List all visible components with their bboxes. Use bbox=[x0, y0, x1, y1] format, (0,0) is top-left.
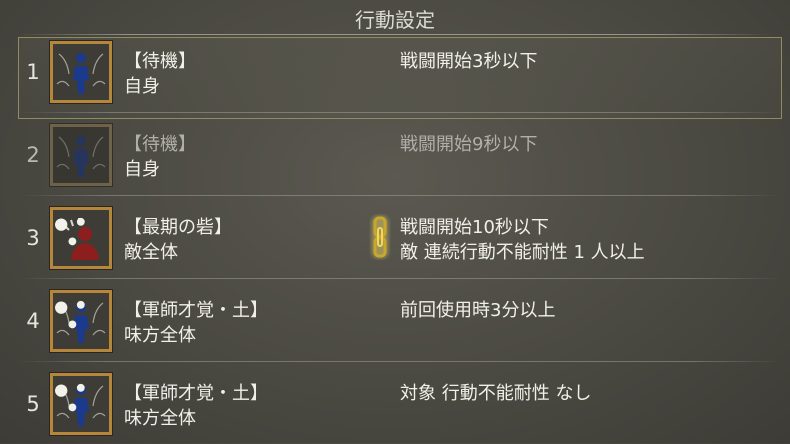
sparkle-icon bbox=[55, 383, 85, 412]
row-number: 5 bbox=[26, 392, 40, 416]
condition-text: 戦闘開始9秒以下 bbox=[400, 134, 538, 155]
row-number: 4 bbox=[26, 309, 40, 333]
skill-icon-frame[interactable] bbox=[50, 41, 112, 103]
sparkle-icon bbox=[55, 300, 85, 329]
skill-target: 自身 bbox=[124, 159, 160, 180]
skill-icon-frame[interactable] bbox=[50, 207, 112, 269]
skill-target: 敵全体 bbox=[124, 242, 178, 263]
standing-figure-icon bbox=[53, 127, 109, 183]
condition-text: 戦闘開始3秒以下 bbox=[400, 51, 538, 72]
skill-target: 味方全体 bbox=[124, 325, 196, 346]
condition-text: 対象 行動不能耐性 なし bbox=[400, 383, 592, 404]
standing-figure-icon bbox=[53, 44, 109, 100]
skill-target: 味方全体 bbox=[124, 408, 196, 429]
skill-name: 【待機】 bbox=[124, 134, 196, 155]
skill-name: 【軍師才覚・土】 bbox=[124, 300, 268, 321]
skill-name: 【待機】 bbox=[124, 51, 196, 72]
condition-text: 敵 連続行動不能耐性 1 人以上 bbox=[400, 242, 645, 263]
sparkle-icon bbox=[55, 217, 85, 246]
skill-name: 【最期の砦】 bbox=[124, 217, 232, 238]
condition-text: 戦闘開始10秒以下 bbox=[400, 217, 549, 238]
row-number: 1 bbox=[26, 60, 40, 84]
chain-link-icon[interactable] bbox=[369, 214, 391, 260]
row-number: 2 bbox=[26, 143, 40, 167]
condition-text: 前回使用時3分以上 bbox=[400, 300, 556, 321]
skill-icon-frame[interactable] bbox=[50, 290, 112, 352]
skill-icon-frame[interactable] bbox=[50, 373, 112, 435]
panel-title: 行動設定 bbox=[355, 8, 435, 32]
skill-target: 自身 bbox=[124, 76, 160, 97]
header-divider bbox=[18, 34, 772, 35]
skill-name: 【軍師才覚・土】 bbox=[124, 383, 268, 404]
skill-icon-frame[interactable] bbox=[50, 124, 112, 186]
row-number: 3 bbox=[26, 226, 40, 250]
